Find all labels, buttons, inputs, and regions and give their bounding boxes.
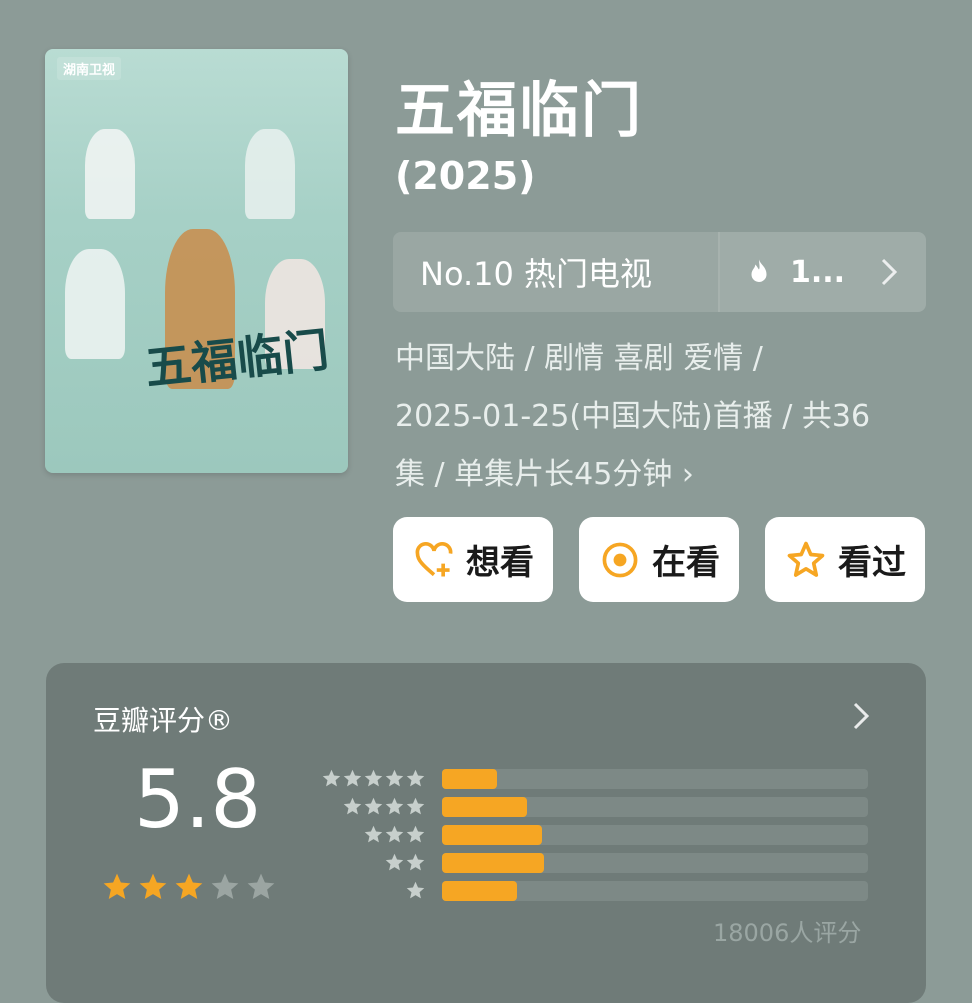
rating-score: 5.8 [134,753,262,846]
distribution-bar [442,853,545,873]
poster-figure [85,129,135,219]
watched-button[interactable]: 看过 [765,517,925,602]
small-star-icon [385,853,404,871]
poster-figure [65,249,125,359]
action-buttons: 想看 在看 看过 [393,517,925,602]
star-empty-icon [211,873,239,899]
distribution-stars [316,824,426,845]
release-year: (2025) [395,154,536,198]
rank-bar[interactable]: No.10 热门电视 1... [393,232,926,312]
small-star-icon [406,881,425,899]
target-icon [602,542,638,577]
small-star-icon [406,825,425,843]
rank-text: No.10 热门电视 [420,255,653,293]
meta-line: 中国大陆 / 剧情 喜剧 爱情 / [395,341,763,376]
small-star-icon [364,797,383,815]
rating-label: 豆瓣评分® [93,704,234,737]
small-star-icon [322,769,341,787]
flame-icon [751,259,767,282]
star-outline-icon [787,541,825,577]
small-star-icon [364,825,383,843]
distribution-track [442,769,868,789]
want-to-watch-label: 想看 [466,543,534,583]
poster-image[interactable]: 湖南卫视 五福临门 [45,49,348,473]
star-filled-icon [103,873,131,899]
small-star-icon [406,853,425,871]
heart-plus-icon [415,541,453,576]
star-filled-icon [139,873,167,899]
poster-logo: 湖南卫视 [57,57,122,80]
small-star-icon [385,769,404,787]
distribution-stars [316,768,426,789]
distribution-stars [316,852,426,873]
distribution-bar [442,881,517,901]
meta-line: 集 / 单集片长45分钟 › [395,457,694,492]
small-star-icon [343,797,362,815]
rating-count: 18006人评分 [713,919,862,947]
info-meta[interactable]: 中国大陆 / 剧情 喜剧 爱情 / 2025-01-25(中国大陆)首播 / 共… [395,330,905,504]
distribution-track [442,853,868,873]
score-stars [101,871,277,903]
want-to-watch-button[interactable]: 想看 [393,517,553,602]
star-filled-icon [175,873,203,899]
distribution-stars [316,880,426,901]
distribution-track [442,881,868,901]
rating-card[interactable]: 豆瓣评分® 5.8 18006人评分 [46,663,926,1003]
poster-figure [245,129,295,219]
chevron-right-icon [881,258,898,286]
distribution-bar [442,797,528,817]
small-star-icon [385,825,404,843]
small-star-icon [364,769,383,787]
heat-section[interactable]: 1... [718,232,926,312]
chevron-right-icon [853,702,870,730]
heat-value: 1... [790,254,846,290]
distribution-bar [442,825,543,845]
small-star-icon [406,797,425,815]
distribution-track [442,825,868,845]
watching-label: 在看 [652,543,720,583]
distribution-bar [442,769,498,789]
small-star-icon [406,769,425,787]
watched-label: 看过 [838,543,906,583]
small-star-icon [343,769,362,787]
distribution-track [442,797,868,817]
meta-line: 2025-01-25(中国大陆)首播 / 共36 [395,399,871,434]
distribution-stars [316,796,426,817]
star-empty-icon [247,873,275,899]
page-title: 五福临门 [395,76,643,146]
small-star-icon [385,797,404,815]
watching-button[interactable]: 在看 [579,517,739,602]
